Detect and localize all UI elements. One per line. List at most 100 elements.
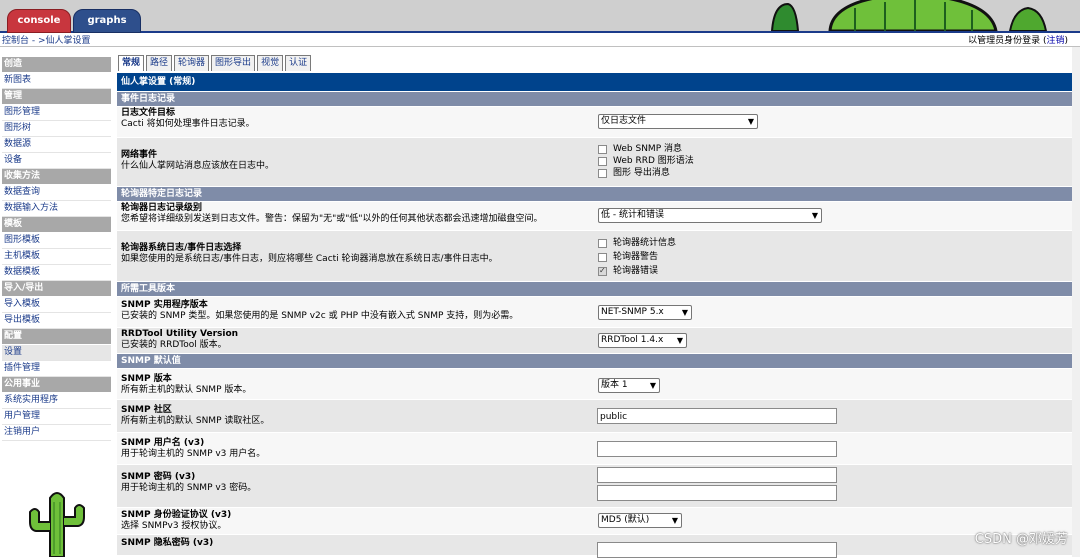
setting-title: SNMP 隐私密码 (v3) (121, 538, 214, 548)
sidebar-item[interactable]: 数据输入方法 (2, 201, 111, 217)
checkbox-label: 轮询器错误 (613, 266, 659, 276)
setting-row-web-events: 网络事件 什么仙人掌网站消息应该放在日志中。 Web SNMP 消息 Web RR… (117, 137, 1072, 186)
poller-errors-checkbox[interactable] (598, 265, 607, 277)
breadcrumb-separator: - > (29, 36, 46, 46)
setting-title: 轮询器日志记录级别 (121, 203, 203, 213)
setting-title: SNMP 身份验证协议 (v3) (121, 510, 232, 520)
breadcrumb-home-link[interactable]: 控制台 (2, 36, 29, 46)
select-value: 版本 1 (601, 380, 628, 390)
select-value: MD5 (默认) (601, 515, 650, 525)
setting-row-snmp-auth: SNMP 身份验证协议 (v3) 选择 SNMPv3 授权协议。 MD5 (默认)… (117, 507, 1072, 534)
sidebar-item[interactable]: 新图表 (2, 73, 111, 89)
divider (0, 46, 1080, 47)
setting-desc: 已安装的 RRDTool 版本。 (121, 340, 227, 350)
setting-row-log-dest: 日志文件目标 Cacti 将如何处理事件日志记录。 仅日志文件 ▼ (117, 106, 1072, 137)
setting-desc: 如果您使用的是系统日志/事件日志，则应将哪些 Cacti 轮询器消息放在系统日志… (121, 254, 498, 264)
settings-tab[interactable]: 路径 (146, 55, 173, 71)
sidebar-item[interactable]: 插件管理 (2, 361, 111, 377)
console-tab[interactable]: console (7, 9, 71, 33)
sidebar-item[interactable]: 图形模板 (2, 233, 111, 249)
section-snmp: SNMP 默认值 (117, 353, 1072, 368)
settings-tab[interactable]: 认证 (285, 55, 312, 71)
sidebar-item[interactable]: 设置 (2, 345, 111, 361)
select-value: NET-SNMP 5.x (601, 307, 664, 317)
snmp-password-confirm-input[interactable] (597, 485, 837, 501)
sidebar-section-header: 创造 (2, 57, 111, 73)
breadcrumb: 控制台 - >仙人掌设置 (2, 33, 91, 46)
login-info: 以管理员身份登录 (注销) (968, 33, 1068, 46)
snmp-privacy-input[interactable] (597, 542, 837, 558)
log-destination-select[interactable]: 仅日志文件 ▼ (598, 114, 758, 129)
web-rrd-checkbox[interactable] (598, 156, 607, 166)
setting-row-snmp-community: SNMP 社区 所有新主机的默认 SNMP 读取社区。 public (117, 399, 1072, 432)
graph-export-checkbox[interactable] (598, 168, 607, 178)
sidebar-item[interactable]: 图形管理 (2, 105, 111, 121)
poller-warnings-checkbox[interactable] (598, 252, 607, 262)
select-value: 仅日志文件 (601, 116, 647, 126)
chevron-down-icon: ▼ (676, 336, 683, 345)
breadcrumb-current: 仙人掌设置 (45, 36, 91, 46)
snmp-username-input[interactable] (597, 441, 837, 457)
graphs-tab[interactable]: graphs (73, 9, 141, 33)
setting-row-snmp-password: SNMP 密码 (v3) 用于轮询主机的 SNMP v3 密码。 (117, 464, 1072, 507)
sidebar-item[interactable]: 系统实用程序 (2, 393, 111, 409)
setting-title: RRDTool Utility Version (121, 329, 239, 339)
sidebar-menu: 创造 新图表 管理 图形管理 图形树 数据源 设备 收集方法 数据查询 数据输入方法 模板 图形模板主… (2, 57, 111, 441)
setting-row-rrdtool: RRDTool Utility Version 已安装的 RRDTool 版本。 … (117, 327, 1072, 353)
chevron-down-icon: ▼ (747, 117, 754, 126)
sidebar-item[interactable]: 用户管理 (2, 409, 111, 425)
setting-row-snmp-username: SNMP 用户名 (v3) 用于轮询主机的 SNMP v3 用户名。 (117, 432, 1072, 464)
paren-close: ) (1064, 36, 1068, 46)
sidebar-item[interactable]: 注销用户 (2, 425, 111, 441)
settings-tab[interactable]: 视觉 (257, 55, 284, 71)
snmp-community-input[interactable]: public (597, 408, 837, 424)
breadcrumb-bar: 控制台 - >仙人掌设置 以管理员身份登录 (注销) (0, 33, 1080, 46)
setting-row-snmp-util: SNMP 实用程序版本 已安装的 SNMP 类型。如果您使用的是 SNMP v2c… (117, 296, 1072, 327)
chevron-down-icon: ▼ (649, 381, 656, 390)
sidebar-item[interactable]: 主机模板 (2, 249, 111, 265)
checkbox-label: 轮询器统计信息 (613, 238, 677, 248)
setting-row-poller-syslog: 轮询器系统日志/事件日志选择 如果您使用的是系统日志/事件日志，则应将哪些 Cac… (117, 230, 1072, 281)
rrdtool-version-select[interactable]: RRDTool 1.4.x ▼ (598, 333, 687, 348)
settings-panel: 仙人掌设置 (常规) 事件日志记录 日志文件目标 Cacti 将如何处理事件日志记… (117, 73, 1072, 558)
setting-desc: 您希望将详细级别发送到日志文件。警告：保留为"无"或"低"以外的任何其他状态都会… (121, 214, 543, 224)
sidebar-item[interactable]: 数据源 (2, 137, 111, 153)
web-snmp-checkbox[interactable] (598, 144, 607, 154)
settings-tab[interactable]: 图形导出 (211, 55, 256, 71)
web-events-options: Web SNMP 消息 Web RRD 图形语法 图形 导出消息 (598, 143, 694, 179)
logout-link[interactable]: 注销 (1046, 36, 1064, 46)
setting-row-snmp-version: SNMP 版本 所有新主机的默认 SNMP 版本。 版本 1 ▼ (117, 368, 1072, 399)
sidebar-item[interactable]: 设备 (2, 153, 111, 169)
setting-desc: 已安装的 SNMP 类型。如果您使用的是 SNMP v2c 或 PHP 中没有嵌… (121, 311, 519, 321)
sidebar-item[interactable]: 导入模板 (2, 297, 111, 313)
sidebar-section-header: 配置 (2, 329, 111, 345)
settings-tabs: 常规 路径 轮询器 图形导出 视觉 认证 (118, 55, 312, 71)
select-value: 低 - 统计和错误 (601, 210, 664, 220)
section-event-log: 事件日志记录 (117, 91, 1072, 106)
setting-title: SNMP 用户名 (v3) (121, 438, 205, 448)
setting-desc: 所有新主机的默认 SNMP 读取社区。 (121, 416, 270, 426)
poller-log-level-select[interactable]: 低 - 统计和错误 ▼ (598, 208, 822, 223)
sidebar-item[interactable]: 图形树 (2, 121, 111, 137)
setting-desc: Cacti 将如何处理事件日志记录。 (121, 119, 255, 129)
snmp-auth-protocol-select[interactable]: MD5 (默认) ▼ (598, 513, 682, 528)
chevron-down-icon: ▼ (811, 211, 818, 220)
setting-title: SNMP 版本 (121, 374, 172, 384)
checkbox-label: 轮询器警告 (613, 252, 659, 262)
snmp-utility-select[interactable]: NET-SNMP 5.x ▼ (598, 305, 692, 320)
setting-desc: 什么仙人掌网站消息应该放在日志中。 (121, 161, 275, 171)
sidebar-item[interactable]: 导出模板 (2, 313, 111, 329)
snmp-password-input[interactable] (597, 467, 837, 483)
checkbox-label: Web RRD 图形语法 (613, 156, 694, 166)
chevron-down-icon: ▼ (671, 516, 678, 525)
watermark: CSDN @邓媛芳 (974, 532, 1068, 547)
sidebar-item[interactable]: 数据模板 (2, 265, 111, 281)
settings-tab[interactable]: 常规 (118, 55, 145, 71)
snmp-version-select[interactable]: 版本 1 ▼ (598, 378, 660, 393)
sidebar-section-header: 收集方法 (2, 169, 111, 185)
poller-stats-checkbox[interactable] (598, 238, 607, 248)
login-status: 以管理员身份登录 (968, 36, 1041, 46)
page-scrollbar[interactable] (1072, 47, 1080, 557)
sidebar-item[interactable]: 数据查询 (2, 185, 111, 201)
settings-tab[interactable]: 轮询器 (174, 55, 210, 71)
